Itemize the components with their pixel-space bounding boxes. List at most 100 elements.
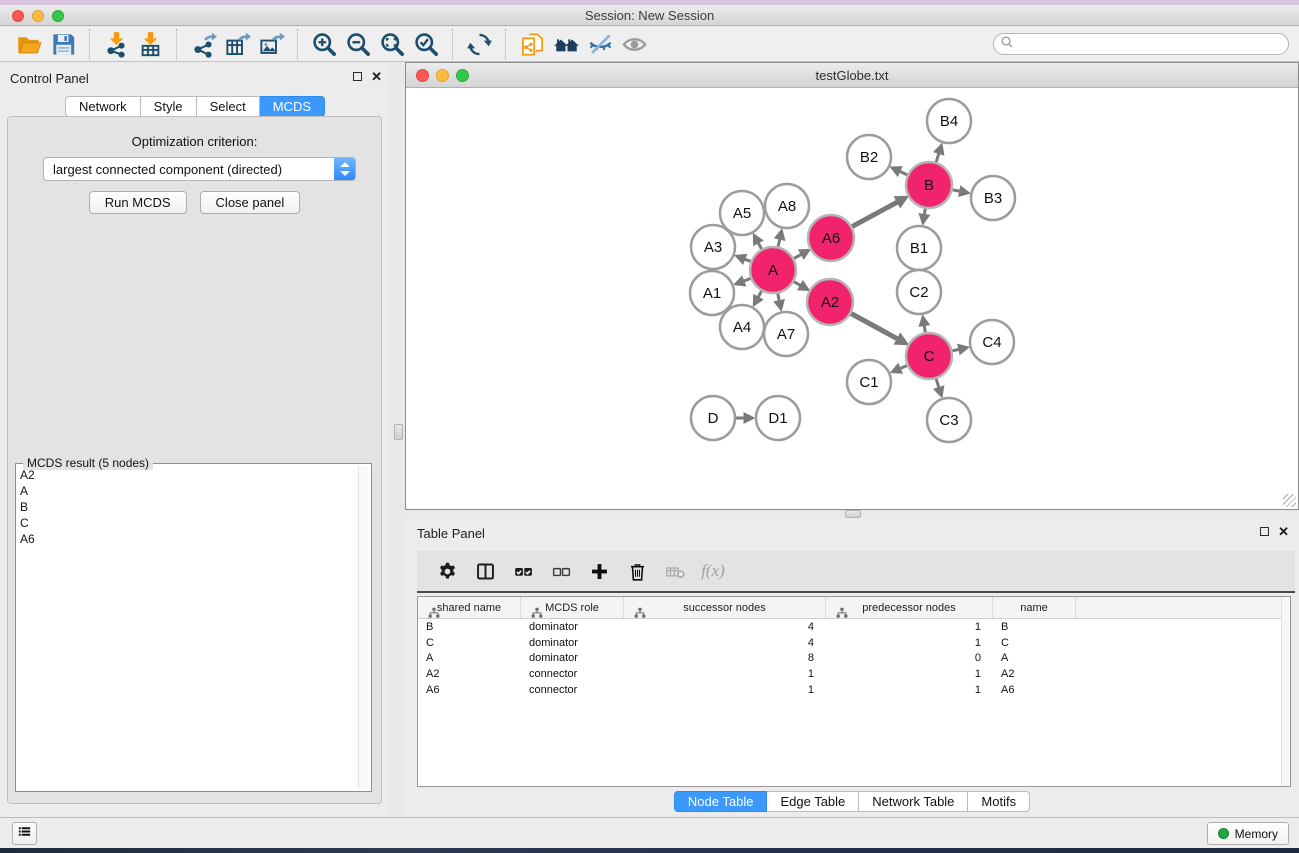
graph-node-B[interactable]: B <box>906 162 952 208</box>
graph-node-A8[interactable]: A8 <box>765 184 809 228</box>
graph-node-D1[interactable]: D1 <box>756 396 800 440</box>
column-header-predecessor-nodes[interactable]: predecessor nodes <box>826 597 993 618</box>
mcds-result-list[interactable]: A2ABCA6 <box>20 467 355 788</box>
zoom-out-icon[interactable] <box>341 29 375 59</box>
table-cell: C <box>418 637 521 649</box>
column-header-shared-name[interactable]: shared name <box>418 597 521 618</box>
svg-text:A2: A2 <box>821 294 839 311</box>
show-birds-eye-icon[interactable] <box>617 29 651 59</box>
run-mcds-button[interactable]: Run MCDS <box>89 191 187 214</box>
svg-text:A: A <box>768 262 778 279</box>
tab-network[interactable]: Network <box>65 96 141 117</box>
column-header-successor-nodes[interactable]: successor nodes <box>624 597 826 618</box>
tab-node-table[interactable]: Node Table <box>674 791 768 812</box>
graph-node-D[interactable]: D <box>691 396 735 440</box>
mcds-result-item[interactable]: A <box>20 483 355 499</box>
table-cell: 1 <box>826 684 993 696</box>
save-session-icon[interactable] <box>46 29 80 59</box>
graph-node-C3[interactable]: C3 <box>927 398 971 442</box>
table-row[interactable]: Bdominator41B <box>418 619 1290 635</box>
graph-edge-A6-B[interactable] <box>847 202 898 229</box>
graph-node-A6[interactable]: A6 <box>808 215 854 261</box>
hide-graphics-details-icon[interactable] <box>583 29 617 59</box>
table-tabs: Node TableEdge TableNetwork TableMotifs <box>405 791 1299 812</box>
network-canvas[interactable]: B4B2BB3A5A8A6B1A3AA1C2A2A4A7C4CC1C3DD1 <box>406 88 1298 509</box>
optimization-criterion-label: Optimization criterion: <box>8 134 381 149</box>
memory-button[interactable]: Memory <box>1207 822 1289 845</box>
task-history-button[interactable] <box>12 822 37 845</box>
graph-node-C2[interactable]: C2 <box>897 270 941 314</box>
close-table-panel-icon[interactable]: ✕ <box>1278 527 1289 536</box>
node-table-scrollbar[interactable] <box>1281 597 1290 786</box>
table-cell: 4 <box>624 637 826 649</box>
split-view-icon[interactable] <box>466 554 504 588</box>
mcds-result-box: MCDS result (5 nodes) A2ABCA6 <box>15 463 372 792</box>
search-field[interactable] <box>993 33 1289 55</box>
select-all-icon[interactable] <box>504 554 542 588</box>
home-view-icon[interactable] <box>549 29 583 59</box>
close-panel-button[interactable]: Close panel <box>200 191 301 214</box>
mcds-result-item[interactable]: C <box>20 515 355 531</box>
window-resize-grip[interactable] <box>1283 494 1296 507</box>
table-row[interactable]: A2connector11A2 <box>418 666 1290 682</box>
column-header-MCDS-role[interactable]: MCDS role <box>521 597 624 618</box>
graph-node-C[interactable]: C <box>906 333 952 379</box>
export-network-icon[interactable] <box>186 29 220 59</box>
node-table-header: shared nameMCDS rolesuccessor nodesprede… <box>418 597 1290 619</box>
graph-node-B1[interactable]: B1 <box>897 226 941 270</box>
table-cell: A <box>418 652 521 664</box>
tab-motifs[interactable]: Motifs <box>968 791 1030 812</box>
add-column-icon[interactable] <box>580 554 618 588</box>
float-panel-icon[interactable] <box>353 72 362 81</box>
graph-node-A7[interactable]: A7 <box>764 312 808 356</box>
mcds-result-item[interactable]: A2 <box>20 467 355 483</box>
zoom-in-icon[interactable] <box>307 29 341 59</box>
graph-node-B4[interactable]: B4 <box>927 99 971 143</box>
graph-node-A[interactable]: A <box>750 247 796 293</box>
clone-network-icon[interactable] <box>515 29 549 59</box>
graph-node-B3[interactable]: B3 <box>971 176 1015 220</box>
delete-column-trash-icon[interactable] <box>618 554 656 588</box>
refresh-network-icon[interactable] <box>462 29 496 59</box>
deselect-all-icon[interactable] <box>542 554 580 588</box>
close-panel-icon[interactable]: ✕ <box>371 72 382 81</box>
table-row[interactable]: Cdominator41C <box>418 635 1290 651</box>
search-input[interactable] <box>1015 37 1288 51</box>
vertical-split-handle[interactable] <box>394 424 403 440</box>
zoom-fit-content-icon[interactable] <box>375 29 409 59</box>
import-table-icon[interactable] <box>133 29 167 59</box>
criterion-value: largest connected component (directed) <box>53 162 282 177</box>
tab-style[interactable]: Style <box>141 96 197 117</box>
mcds-result-item[interactable]: B <box>20 499 355 515</box>
graph-node-A2[interactable]: A2 <box>807 279 853 325</box>
export-image-icon[interactable] <box>254 29 288 59</box>
import-network-icon[interactable] <box>99 29 133 59</box>
float-table-panel-icon[interactable] <box>1260 527 1269 536</box>
column-header-name[interactable]: name <box>993 597 1076 618</box>
table-cell: A2 <box>418 668 521 680</box>
horizontal-split-handle[interactable] <box>845 510 861 518</box>
graph-node-A4[interactable]: A4 <box>720 305 764 349</box>
tab-network-table[interactable]: Network Table <box>859 791 968 812</box>
table-row[interactable]: Adominator80A <box>418 650 1290 666</box>
table-row[interactable]: A6connector11A6 <box>418 682 1290 698</box>
criterion-dropdown[interactable]: largest connected component (directed) <box>43 157 356 181</box>
graph-node-A3[interactable]: A3 <box>691 225 735 269</box>
mcds-result-scrollbar[interactable] <box>358 466 369 789</box>
tab-mcds[interactable]: MCDS <box>260 96 325 117</box>
graph-edge-A2-C[interactable] <box>846 311 898 339</box>
function-builder-icon: f(x) <box>694 554 732 588</box>
zoom-selected-icon[interactable] <box>409 29 443 59</box>
network-graph[interactable]: B4B2BB3A5A8A6B1A3AA1C2A2A4A7C4CC1C3DD1 <box>407 89 1297 509</box>
graph-node-C1[interactable]: C1 <box>847 360 891 404</box>
open-session-icon[interactable] <box>12 29 46 59</box>
graph-node-B2[interactable]: B2 <box>847 135 891 179</box>
tab-select[interactable]: Select <box>197 96 260 117</box>
tab-edge-table[interactable]: Edge Table <box>767 791 859 812</box>
mcds-result-item[interactable]: A6 <box>20 531 355 547</box>
table-options-gear-icon[interactable] <box>428 554 466 588</box>
graph-node-A1[interactable]: A1 <box>690 271 734 315</box>
export-table-icon[interactable] <box>220 29 254 59</box>
graph-node-C4[interactable]: C4 <box>970 320 1014 364</box>
dropdown-stepper-icon <box>334 158 355 180</box>
